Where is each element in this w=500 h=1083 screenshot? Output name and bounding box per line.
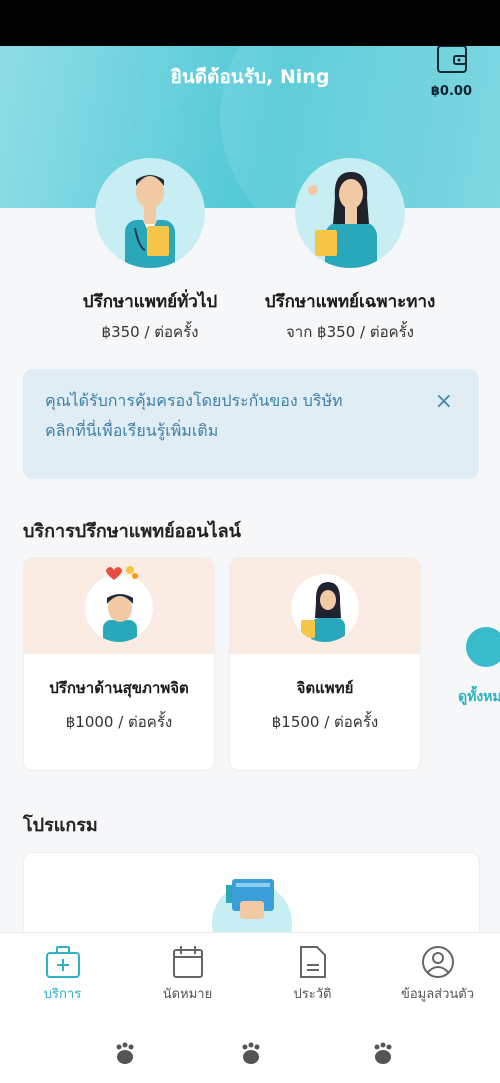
- general-consultation-card[interactable]: ปรึกษาแพทย์ทั่วไป ฿350 / ต่อครั้ง: [45, 158, 255, 344]
- system-navigation-bar: [0, 1010, 500, 1083]
- service-title: ปรึกษาด้านสุขภาพจิต: [49, 679, 189, 697]
- document-icon: [299, 946, 326, 978]
- specialist-consultation-card[interactable]: ปรึกษาแพทย์เฉพาะทาง จาก ฿350 / ต่อครั้ง: [245, 158, 455, 344]
- mental-health-card[interactable]: ปรึกษาด้านสุขภาพจิต ฿1000 / ต่อครั้ง: [23, 557, 215, 771]
- see-all-button[interactable]: [466, 627, 500, 667]
- greeting-text: ยินดีต้อนรับ, Ning: [170, 66, 330, 88]
- medical-kit-icon: [45, 946, 80, 978]
- mental-health-image: [85, 574, 153, 642]
- paw-icon[interactable]: [373, 1042, 393, 1064]
- online-services-title: บริการปรึกษาแพทย์ออนไลน์: [23, 521, 241, 542]
- psychiatrist-image: [291, 574, 359, 642]
- consultation-title: ปรึกษาแพทย์เฉพาะทาง: [264, 292, 436, 312]
- nav-label: ข้อมูลส่วนตัว: [400, 987, 475, 1002]
- programs-title: โปรแกรม: [23, 815, 98, 836]
- nav-services[interactable]: บริการ: [0, 945, 125, 1004]
- nav-appointments[interactable]: นัดหมาย: [125, 945, 250, 1004]
- nav-label: บริการ: [43, 987, 82, 1002]
- nav-label: นัดหมาย: [162, 987, 213, 1002]
- nav-history[interactable]: ประวัติ: [250, 945, 375, 1004]
- status-bar: [0, 0, 500, 46]
- bottom-navigation: บริการ นัดหมาย ประวัติ ข้อมูลส่วนตัว: [0, 932, 500, 1010]
- calendar-icon: [172, 946, 203, 978]
- hearts-icon: [106, 566, 138, 580]
- wallet-icon[interactable]: [432, 46, 472, 76]
- nav-profile[interactable]: ข้อมูลส่วนตัว: [375, 945, 500, 1004]
- psychiatrist-card[interactable]: จิตแพทย์ ฿1500 / ต่อครั้ง: [229, 557, 421, 771]
- insurance-banner[interactable]: คุณได้รับการคุ้มครองโดยประกันของ บริษัท …: [23, 369, 479, 479]
- consultation-title: ปรึกษาแพทย์ทั่วไป: [82, 292, 218, 312]
- service-price: ฿1000 / ต่อครั้ง: [65, 713, 173, 731]
- service-title: จิตแพทย์: [296, 679, 354, 697]
- wallet-balance[interactable]: ฿0.00: [431, 84, 472, 99]
- see-all-label[interactable]: ดูทั้งหมด: [458, 686, 500, 708]
- paw-icon[interactable]: [241, 1042, 261, 1064]
- consultation-price: ฿350 / ต่อครั้ง: [101, 323, 199, 341]
- male-doctor-image: [95, 158, 205, 268]
- paw-icon[interactable]: [115, 1042, 135, 1064]
- user-circle-icon: [421, 946, 454, 978]
- close-icon[interactable]: ×: [435, 391, 453, 413]
- female-doctor-image: [295, 158, 405, 268]
- nav-label: ประวัติ: [293, 987, 332, 1002]
- service-price: ฿1500 / ต่อครั้ง: [271, 713, 379, 731]
- consultation-price: จาก ฿350 / ต่อครั้ง: [286, 323, 414, 341]
